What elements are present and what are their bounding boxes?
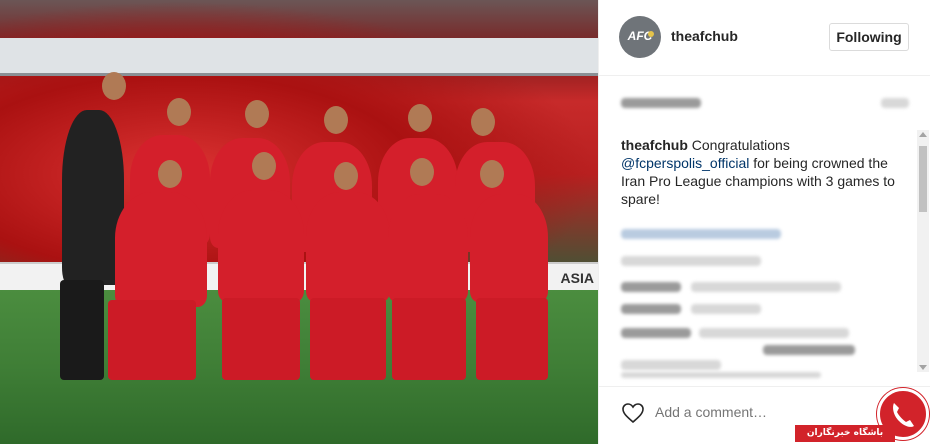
player-head (334, 162, 358, 190)
player-head (158, 160, 182, 188)
post-caption: theafchub Congratulations @fcperspolis_o… (621, 136, 911, 208)
player-legs (310, 298, 386, 380)
blurred-hashtags (621, 229, 781, 239)
player (306, 192, 390, 302)
following-button[interactable]: Following (829, 23, 909, 51)
post-photo[interactable]: ASIA (0, 0, 598, 444)
blurred-load-more (621, 256, 761, 266)
post-side-panel: AFC theafchub Following theafchub Congra… (598, 0, 930, 444)
scroll-down-arrow-icon[interactable] (919, 365, 927, 370)
caption-text-start: Congratulations (687, 137, 790, 153)
player-head (410, 158, 434, 186)
blurred-comment (621, 372, 821, 378)
scroll-thumb[interactable] (919, 146, 927, 212)
player (388, 194, 468, 302)
watermark: باشگاه خبرنگاران (795, 388, 930, 444)
blurred-comment (621, 360, 721, 370)
blurred-comment (763, 345, 855, 355)
blurred-comment (691, 282, 841, 292)
player-head (167, 98, 191, 126)
watermark-label: باشگاه خبرنگاران (795, 425, 895, 442)
player-head (102, 72, 126, 100)
blurred-comment (621, 304, 681, 314)
player (115, 192, 207, 307)
player-legs (222, 298, 300, 380)
player-head (480, 160, 504, 188)
player-head (252, 152, 276, 180)
player-legs (108, 300, 196, 380)
comments-scrollbar[interactable] (917, 130, 929, 372)
ad-board-text: ASIA (560, 270, 594, 286)
player-head (245, 100, 269, 128)
stadium-roof (0, 38, 598, 76)
player-head (324, 106, 348, 134)
avatar[interactable]: AFC (619, 16, 661, 58)
caption-username[interactable]: theafchub (621, 137, 688, 153)
player-legs (476, 298, 548, 380)
heart-icon[interactable] (621, 401, 645, 425)
blurred-comment (621, 328, 691, 338)
blurred-likes (621, 98, 701, 108)
avatar-logo-dot (648, 31, 654, 37)
player-legs (60, 280, 104, 380)
scroll-up-arrow-icon[interactable] (919, 132, 927, 137)
blurred-date (881, 98, 909, 108)
blurred-comment (691, 304, 761, 314)
player-legs (392, 298, 466, 380)
player-head (408, 104, 432, 132)
avatar-logo-text: AFC (627, 29, 653, 43)
blurred-comment (699, 328, 849, 338)
header-username[interactable]: theafchub (671, 28, 738, 44)
post-header: AFC theafchub Following (599, 0, 930, 76)
caption-mention[interactable]: @fcperspolis_official (621, 155, 749, 171)
blurred-comment (621, 282, 681, 292)
player (218, 190, 304, 302)
player (470, 194, 548, 302)
player-head (471, 108, 495, 136)
